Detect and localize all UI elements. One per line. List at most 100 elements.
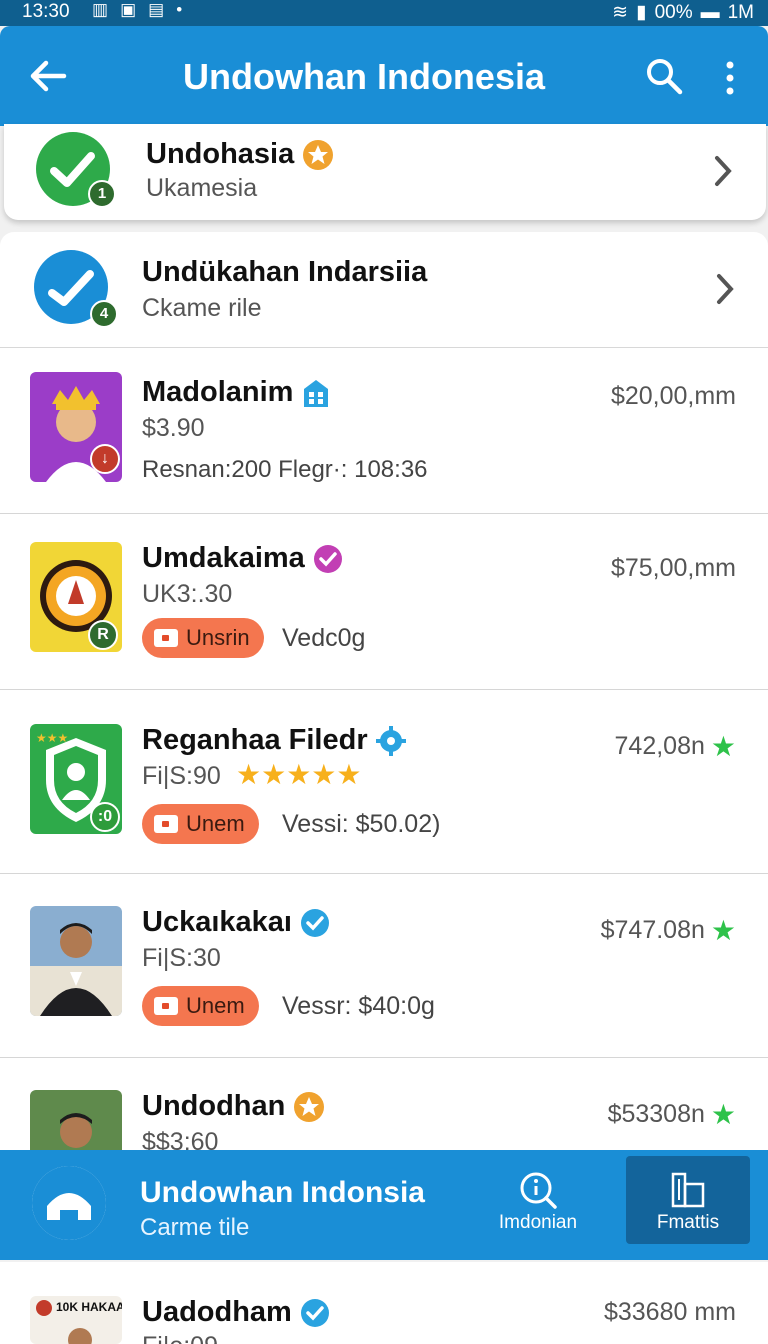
home-icon — [32, 1166, 106, 1240]
item-price-text: $53308n — [607, 1100, 705, 1128]
item-subtitle: Fi|S:90 — [142, 762, 221, 790]
gear-badge-icon — [375, 725, 406, 756]
item-name-text: Reganhaa Filedr — [142, 724, 368, 756]
pinned-title-text: Undohasia — [146, 138, 295, 170]
nav-action-2-label: Fmattis — [656, 1212, 720, 1233]
notification-icons: ▥ ▣ ▤ • — [92, 0, 182, 20]
item-name-text: Uckaıkakaı — [142, 906, 292, 938]
item-price: $53308n ★ — [608, 1098, 736, 1131]
status-extra: 1M — [727, 1, 754, 23]
video-icon — [154, 815, 178, 833]
count-badge: :0 — [90, 802, 120, 832]
pinned-title: Undohasia — [146, 138, 334, 171]
item-subtitle: $3.90 — [142, 414, 205, 442]
item-price: $75,00,mm — [610, 554, 736, 582]
item-price: $33680 mm — [603, 1298, 736, 1326]
signal-icon: ▮ — [636, 2, 647, 23]
document-icon — [671, 1172, 705, 1208]
app-notification-icon: ▤ — [148, 0, 165, 19]
nav-action-2[interactable]: Fmattis — [626, 1156, 750, 1244]
item-name-text: Umdakaima — [142, 542, 305, 574]
star-badge-icon — [303, 139, 334, 170]
item-name: Undodhan — [142, 1090, 325, 1123]
item-subtitle: UK3:.30 — [142, 580, 233, 608]
item-extra: Vedc0g — [282, 624, 366, 652]
item-name: Uckaıkakaı — [142, 906, 330, 939]
star-icon: ★ — [710, 1099, 736, 1130]
r-badge-icon: R — [88, 620, 118, 650]
item-price: 742,08n ★ — [615, 730, 736, 763]
verified-blue-icon — [300, 908, 329, 937]
list-item[interactable]: R Umdakaima UK3:.30 Unsrin Vedc0g $75,00… — [0, 514, 768, 690]
app-title: Undowhan Indonesia — [182, 56, 545, 97]
item-meta: Resnan:200 Flegr·: 108:36 — [142, 456, 428, 483]
more-vert-icon[interactable] — [712, 58, 748, 98]
avatar: 10K HAKAAN — [30, 1296, 122, 1344]
nav-action-1[interactable]: Imdonian — [496, 1170, 580, 1244]
item-name: Reganhaa Filedr — [142, 724, 406, 757]
chip-label: Unem — [186, 993, 245, 1018]
item-name: Umdakaima — [142, 542, 343, 575]
app-bar: Undowhan Indonesia — [0, 26, 768, 126]
bottom-subtitle: Carme tile — [140, 1214, 250, 1241]
verified-blue-icon — [300, 1298, 329, 1327]
item-price: $747.08n ★ — [601, 914, 736, 947]
star-icon: ★ — [710, 915, 736, 946]
battery-text: 00% — [654, 1, 693, 23]
search-info-icon — [520, 1172, 557, 1209]
item-price-text: 742,08n — [614, 732, 705, 760]
item-subtitle: Fi|e:09 — [142, 1332, 218, 1344]
home-button[interactable] — [32, 1166, 106, 1240]
star-icon: ★ — [710, 731, 736, 762]
chart-notification-icon: ▥ — [92, 0, 109, 19]
search-icon[interactable] — [644, 56, 684, 96]
item-name-text: Uadodham — [142, 1296, 292, 1328]
battery-icon: ▬ — [700, 1, 720, 23]
chip-label: Unsrin — [186, 625, 250, 650]
list-item[interactable]: ↓ Madolanim $3.90 Resnan:200 Flegr·: 108… — [0, 348, 768, 514]
rating-stars: ★★★★★ — [236, 759, 362, 790]
status-chip[interactable]: Unem — [142, 986, 259, 1026]
avatar — [30, 906, 122, 1016]
building-icon — [304, 379, 329, 407]
status-chip[interactable]: Unem — [142, 804, 259, 844]
item-name: Uadodham — [142, 1296, 330, 1329]
pinned-subtitle: Ckame rile — [142, 294, 262, 322]
item-price: $20,00,mm — [610, 382, 736, 410]
star-badge-icon — [294, 1091, 325, 1122]
arrow-left-icon[interactable] — [26, 54, 70, 98]
item-extra: Vessi: $50.02) — [282, 810, 441, 838]
status-chip[interactable]: Unsrin — [142, 618, 264, 658]
list-item[interactable]: ★★★ :0 Reganhaa Filedr Fi|S:90 ★★★★★ Une… — [0, 690, 768, 874]
dot-icon: • — [176, 0, 183, 19]
status-bar: 13:30 ▥ ▣ ▤ • ≋ ▮ 00% ▬ 1M — [0, 0, 768, 26]
chip-label: Unem — [186, 811, 245, 836]
chevron-right-icon — [717, 274, 734, 304]
pinned-card-2[interactable]: 4 Undükahan Indarsiia Ckame rile — [0, 232, 768, 348]
pinned-title: Undükahan Indarsiia — [142, 256, 428, 288]
item-extra: Vessr: $40:0g — [282, 992, 435, 1020]
item-name: Madolanim — [142, 376, 331, 409]
bottom-title: Undowhan Indonsia — [140, 1176, 425, 1209]
svg-text:★★★: ★★★ — [36, 731, 68, 745]
list-item[interactable]: Undodhan $$3:60 $53308n ★ — [0, 1058, 768, 1200]
count-badge: 1 — [88, 180, 116, 208]
verified-purple-icon — [313, 544, 342, 573]
chevron-right-icon — [715, 156, 732, 186]
image-notification-icon: ▣ — [120, 0, 137, 19]
status-right: ≋ ▮ 00% ▬ 1M — [612, 1, 754, 24]
item-name-text: Madolanim — [142, 376, 294, 408]
pinned-card-1[interactable]: 1 Undohasia Ukamesia — [4, 124, 766, 220]
bottom-bar: Undowhan Indonsia Carme tile Imdonian Fm… — [0, 1150, 768, 1260]
pinned-subtitle: Ukamesia — [146, 174, 258, 202]
wifi-icon: ≋ — [612, 2, 629, 23]
item-name-text: Undodhan — [142, 1090, 286, 1122]
download-badge-icon: ↓ — [90, 444, 120, 474]
nav-action-1-label: Imdonian — [498, 1212, 578, 1233]
video-icon — [154, 997, 178, 1015]
list-item[interactable]: Uckaıkakaı Fi|S:30 Unem Vessr: $40:0g $7… — [0, 874, 768, 1058]
video-icon — [154, 629, 178, 647]
item-subtitle: Fi|S:30 — [142, 944, 221, 972]
svg-text:10K HAKAAN: 10K HAKAAN — [56, 1300, 122, 1314]
list-item[interactable]: 10K HAKAAN Uadodham Fi|e:09 $33680 mm — [0, 1262, 768, 1344]
